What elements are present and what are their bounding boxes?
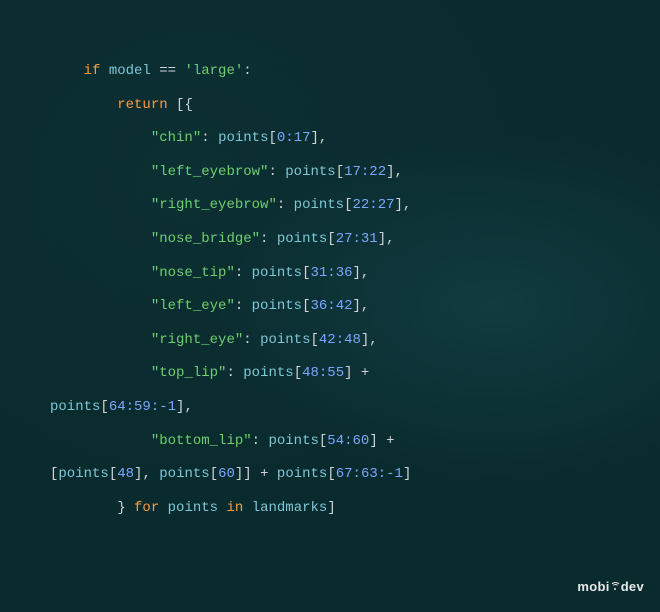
logo-text-b: dev — [621, 571, 644, 602]
slice-nose-tip: 31:36 — [310, 265, 352, 281]
slice-right-eye: 42:48 — [319, 332, 361, 348]
code-line-9: "right_eye": points[42:48], — [50, 324, 610, 358]
key-nose-bridge: "nose_bridge" — [151, 231, 260, 247]
mobidev-logo: mobidev — [577, 571, 644, 602]
slice-top-lip-rev: 64:59:-1 — [109, 399, 176, 415]
code-line-1: if model == 'large': — [50, 55, 610, 89]
op-colon: : — [243, 63, 251, 79]
key-left-eyebrow: "left_eyebrow" — [151, 164, 269, 180]
slice-bottom-lip-rev: 67:63:-1 — [336, 466, 403, 482]
wifi-icon — [610, 580, 620, 589]
key-chin: "chin" — [151, 130, 201, 146]
code-line-12: "bottom_lip": points[54:60] + — [50, 425, 610, 459]
code-line-6: "nose_bridge": points[27:31], — [50, 223, 610, 257]
op-open: [{ — [168, 97, 193, 113]
slice-bottom-lip: 54:60 — [327, 433, 369, 449]
code-line-5: "right_eyebrow": points[22:27], — [50, 189, 610, 223]
var-landmarks: landmarks — [252, 500, 328, 516]
slice-nose-bridge: 27:31 — [336, 231, 378, 247]
code-line-13: [points[48], points[60]] + points[67:63:… — [50, 458, 610, 492]
slice-right-eyebrow: 22:27 — [353, 197, 395, 213]
slice-chin: 0:17 — [277, 130, 311, 146]
code-line-4: "left_eyebrow": points[17:22], — [50, 156, 610, 190]
code-line-14: } for points in landmarks] — [50, 492, 610, 526]
code-line-2: return [{ — [50, 89, 610, 123]
code-line-7: "nose_tip": points[31:36], — [50, 257, 610, 291]
key-top-lip: "top_lip" — [151, 365, 227, 381]
slice-left-eyebrow: 17:22 — [344, 164, 386, 180]
slice-top-lip: 48:55 — [302, 365, 344, 381]
slice-left-eye: 36:42 — [310, 298, 352, 314]
key-left-eye: "left_eye" — [151, 298, 235, 314]
op-eq: == — [151, 63, 185, 79]
code-line-3: "chin": points[0:17], — [50, 122, 610, 156]
key-right-eye: "right_eye" — [151, 332, 243, 348]
keyword-for: for — [134, 500, 159, 516]
keyword-if: if — [84, 63, 101, 79]
code-line-10: "top_lip": points[48:55] + — [50, 357, 610, 391]
keyword-in: in — [226, 500, 243, 516]
key-bottom-lip: "bottom_lip" — [151, 433, 252, 449]
code-line-11: points[64:59:-1], — [50, 391, 610, 425]
code-line-8: "left_eye": points[36:42], — [50, 290, 610, 324]
var-model: model — [109, 63, 151, 79]
keyword-return: return — [117, 97, 167, 113]
code-block: if model == 'large': return [{ "chin": p… — [0, 0, 660, 545]
key-right-eyebrow: "right_eyebrow" — [151, 197, 277, 213]
string-large: 'large' — [184, 63, 243, 79]
key-nose-tip: "nose_tip" — [151, 265, 235, 281]
logo-text-a: mobi — [577, 571, 609, 602]
